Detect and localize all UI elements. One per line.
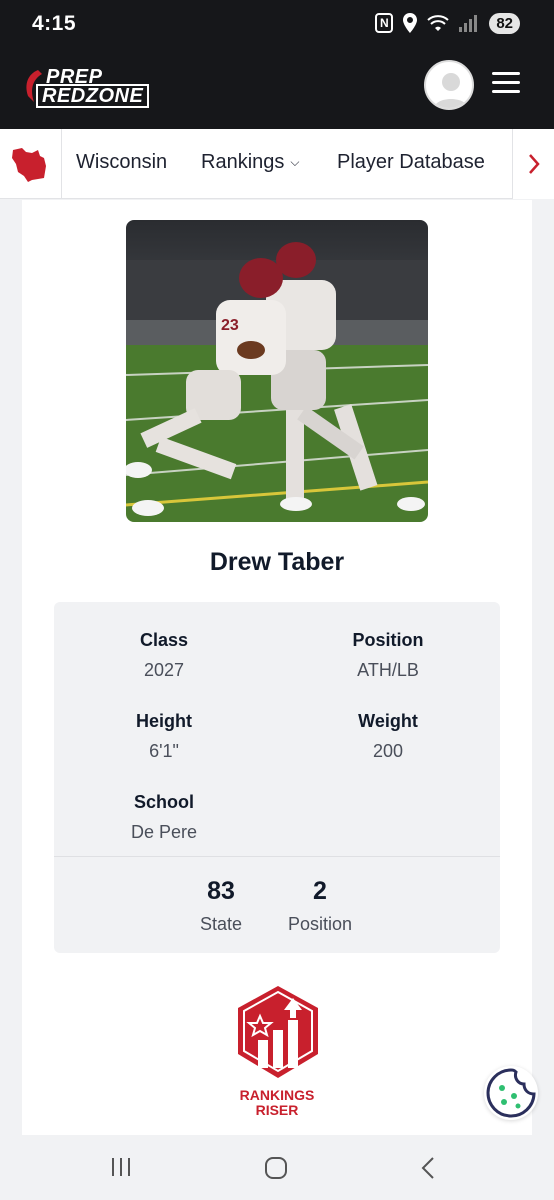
menu-icon[interactable] <box>492 72 520 96</box>
battery-indicator: 82 <box>489 12 520 34</box>
info-class: Class 2027 <box>64 630 264 681</box>
sub-nav: Wisconsin Rankings ⌵ Player Database <box>0 129 554 199</box>
state-rank-label: State <box>199 914 243 934</box>
android-nav-bar <box>0 1136 554 1200</box>
nav-wisconsin[interactable]: Wisconsin <box>76 151 167 174</box>
position-rank-label: Position <box>287 914 353 934</box>
home-icon[interactable] <box>264 1156 288 1180</box>
position-rank-value: 2 <box>313 877 327 905</box>
wisconsin-map-icon <box>12 148 46 182</box>
app-header: PREP REDZONE <box>0 44 554 129</box>
status-bar: 4:15 N 82 <box>0 0 554 44</box>
position-rank: 2 Position <box>270 877 370 935</box>
back-icon[interactable] <box>420 1156 436 1180</box>
chevron-right-icon <box>529 154 540 174</box>
svg-text:23: 23 <box>221 317 239 334</box>
info-position-label: Position <box>352 630 424 650</box>
nav-rankings[interactable]: Rankings ⌵ <box>201 151 300 174</box>
badge-text-line2: RISER <box>255 1102 299 1118</box>
info-school-value: De Pere <box>130 822 198 842</box>
info-divider <box>54 856 500 857</box>
state-selector[interactable] <box>0 129 62 199</box>
signal-icon <box>459 15 478 32</box>
info-weight-value: 200 <box>372 741 404 761</box>
nav-scroll-next-button[interactable] <box>512 129 554 199</box>
avatar[interactable] <box>424 60 474 110</box>
state-rank: 83 State <box>171 877 271 935</box>
player-action-photo: 23 <box>126 220 428 522</box>
info-position-value: ATH/LB <box>357 660 419 680</box>
info-class-label: Class <box>139 630 189 650</box>
recent-apps-icon[interactable] <box>110 1156 132 1178</box>
cookie-settings-button[interactable] <box>484 1066 538 1120</box>
info-position: Position ATH/LB <box>288 630 488 681</box>
info-weight-label: Weight <box>358 711 418 731</box>
wifi-icon <box>427 15 449 31</box>
info-height-value: 6'1" <box>149 741 179 761</box>
chevron-down-icon: ⌵ <box>290 155 300 169</box>
user-silhouette-icon <box>434 73 468 108</box>
location-icon <box>403 13 418 33</box>
status-time: 4:15 <box>32 12 77 35</box>
player-name: Drew Taber <box>209 548 345 576</box>
info-height-label: Height <box>136 711 192 731</box>
badge-text-line1: RANKINGS <box>239 1087 315 1103</box>
info-school: School De Pere <box>64 792 264 843</box>
logo-text-redzone: REDZONE <box>36 84 150 108</box>
player-info-box: Class 2027 Position ATH/LB Height 6'1" W… <box>54 602 500 953</box>
nav-player-database[interactable]: Player Database <box>337 151 485 174</box>
cookie-icon <box>486 1068 536 1118</box>
info-height: Height 6'1" <box>64 711 264 762</box>
nfc-icon: N <box>375 13 394 33</box>
info-school-label: School <box>133 792 194 812</box>
status-icons: N 82 <box>375 10 520 36</box>
nav-rankings-label: Rankings <box>201 151 285 173</box>
player-profile-card: 23 Drew Taber Class 2027 Position ATH/LB… <box>22 200 532 1135</box>
info-class-value: 2027 <box>143 660 185 680</box>
rankings-riser-badge-icon <box>238 986 318 1078</box>
prep-redzone-logo[interactable]: PREP REDZONE <box>22 66 150 108</box>
state-rank-value: 83 <box>207 877 235 905</box>
info-weight: Weight 200 <box>288 711 488 762</box>
